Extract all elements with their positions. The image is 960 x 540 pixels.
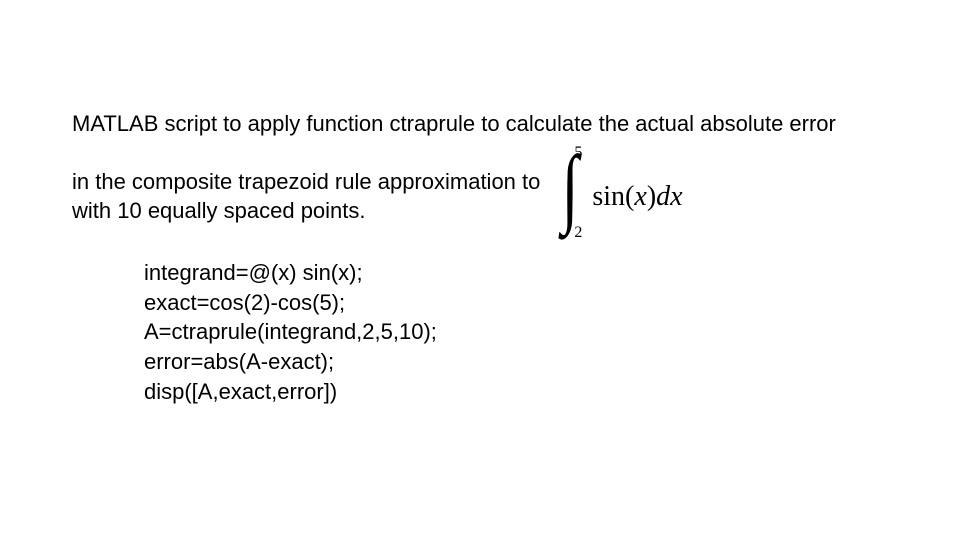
integral-var-x: x <box>634 181 646 212</box>
code-line-2: exact=cos(2)-cos(5); <box>144 288 437 318</box>
intro-line-2a: in the composite trapezoid rule approxim… <box>72 169 540 194</box>
integral-symbol: ∫ 5 2 <box>558 158 586 236</box>
code-line-3: A=ctraprule(integrand,2,5,10); <box>144 317 437 347</box>
integral-close-paren: ) <box>647 181 656 212</box>
code-line-4: error=abs(A-exact); <box>144 347 437 377</box>
integral-body: sin(x)dx <box>592 181 682 213</box>
integral-expression: ∫ 5 2 sin(x)dx <box>558 158 682 236</box>
intro-line-1: MATLAB script to apply function ctraprul… <box>72 110 836 139</box>
integral-dx-d: d <box>656 181 670 212</box>
intro-line-2b: with 10 equally spaced points. <box>72 198 366 223</box>
code-line-1: integrand=@(x) sin(x); <box>144 258 437 288</box>
intro-line-2-text: in the composite trapezoid rule approxim… <box>72 168 540 225</box>
integral-sin-prefix: sin( <box>592 181 634 212</box>
code-block: integrand=@(x) sin(x); exact=cos(2)-cos(… <box>144 258 437 406</box>
integral-lower-bound: 2 <box>574 224 582 242</box>
integral-dx-x: x <box>670 181 682 212</box>
integral-upper-bound: 5 <box>574 144 582 162</box>
code-line-5: disp([A,exact,error]) <box>144 377 437 407</box>
slide: MATLAB script to apply function ctraprul… <box>0 0 960 540</box>
intro-line-2-row: in the composite trapezoid rule approxim… <box>72 158 683 236</box>
